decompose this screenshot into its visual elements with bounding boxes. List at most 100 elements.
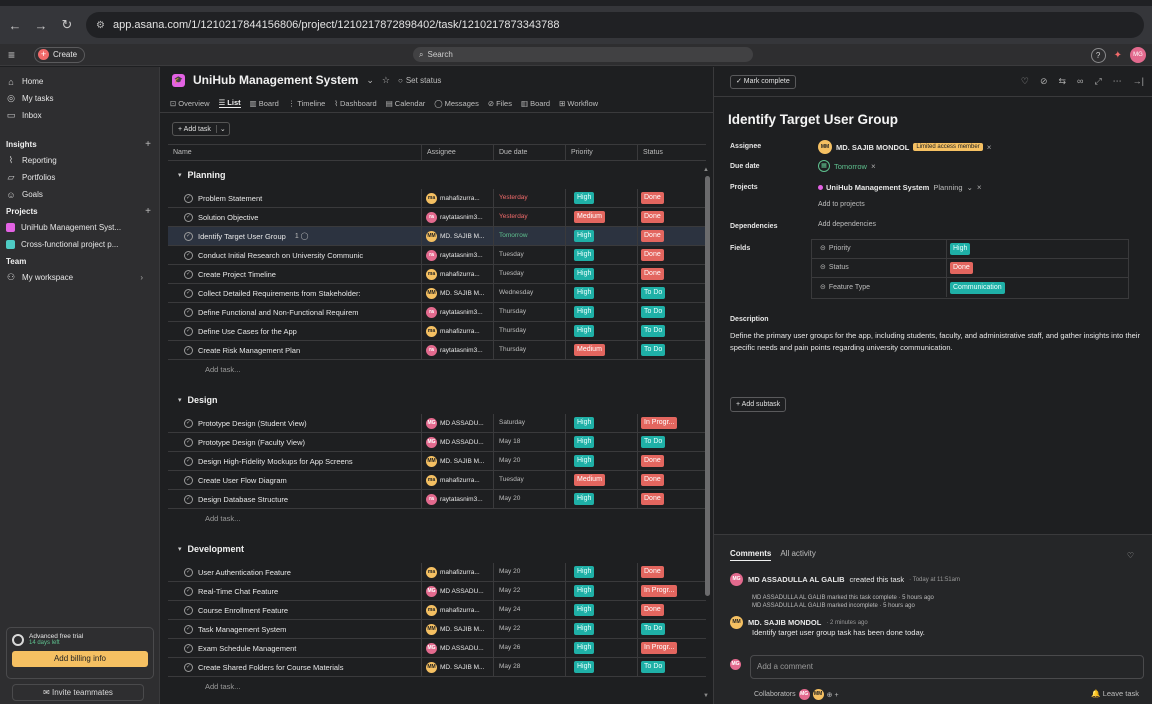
avatar[interactable]: MM xyxy=(812,689,824,700)
help-icon[interactable]: ? xyxy=(1090,47,1106,63)
status-cell[interactable]: To Do xyxy=(638,303,690,321)
table-row[interactable]: ✓ Create Risk Management Plan ra raytatasni… xyxy=(168,341,706,360)
add-subtask-button[interactable]: + Add subtask xyxy=(730,397,787,412)
status-cell[interactable]: In Progr... xyxy=(638,582,690,600)
check-circle-icon[interactable]: ✓ xyxy=(184,494,193,504)
tab-all-activity[interactable]: All activity xyxy=(780,549,816,561)
link-icon[interactable]: ∞ xyxy=(1077,76,1083,87)
table-row[interactable]: ✓ Problem Statement ma mahafizurra... Yester… xyxy=(168,189,706,208)
column-header[interactable]: Assignee xyxy=(422,145,494,160)
add-billing-button[interactable]: Add billing info xyxy=(12,651,148,667)
add-to-projects-link[interactable]: Add to projects xyxy=(818,201,865,208)
tab-overview[interactable]: ⊡ Overview xyxy=(170,98,210,108)
due-date-cell[interactable]: May 26 xyxy=(494,639,566,657)
add-task-button[interactable]: + Add task ⌄ xyxy=(172,122,230,136)
scroll-down-icon[interactable]: ▼ xyxy=(703,693,709,699)
table-row[interactable]: ✓ Collect Detailed Requirements from Stak… xyxy=(168,284,706,303)
project-chip[interactable]: UniHub Management System Planning ⌄ × xyxy=(818,183,982,192)
check-circle-icon[interactable]: ✓ xyxy=(184,193,193,203)
status-cell[interactable]: To Do xyxy=(638,620,690,638)
section-select[interactable]: Planning xyxy=(933,183,962,192)
add-insight-icon[interactable]: + xyxy=(145,139,151,150)
check-circle-icon[interactable]: ✓ xyxy=(184,586,193,596)
status-cell[interactable]: To Do xyxy=(638,658,690,676)
tab-workflow[interactable]: ⊞ Workflow xyxy=(559,98,598,108)
tab-dashboard[interactable]: ⌇ Dashboard xyxy=(334,98,376,108)
due-date-cell[interactable]: May 22 xyxy=(494,620,566,638)
priority-cell[interactable]: High xyxy=(566,303,638,321)
table-row[interactable]: ✓ Exam Schedule Management MG MD ASSADU... M… xyxy=(168,639,706,658)
priority-cell[interactable]: Medium xyxy=(566,208,638,226)
sparkle-icon[interactable]: ✦ xyxy=(1114,50,1122,61)
section-header[interactable]: ▾ Development xyxy=(168,535,706,563)
status-cell[interactable]: Done xyxy=(638,189,690,207)
task-name-cell[interactable]: ✓ Design High-Fidelity Mockups for App Sc… xyxy=(168,452,422,470)
assignee-cell[interactable]: MM MD. SAJIB M... xyxy=(422,620,494,638)
table-row[interactable]: ✓ Define Functional and Non-Functional Re… xyxy=(168,303,706,322)
add-task-row[interactable]: Add task... xyxy=(168,360,706,379)
list-scrollbar[interactable] xyxy=(705,176,710,596)
table-row[interactable]: ✓ Create Project Timeline ma mahafizurra...… xyxy=(168,265,706,284)
task-name-cell[interactable]: ✓ Prototype Design (Student View) xyxy=(168,414,422,432)
check-circle-icon[interactable]: ✓ xyxy=(184,269,193,279)
assignee-cell[interactable]: MG MD ASSADU... xyxy=(422,639,494,657)
task-name-cell[interactable]: ✓ Course Enrollment Feature xyxy=(168,601,422,619)
task-name-cell[interactable]: ✓ Design Database Structure xyxy=(168,490,422,508)
assignee-cell[interactable]: ma mahafizurra... xyxy=(422,563,494,581)
due-date-cell[interactable]: May 20 xyxy=(494,490,566,508)
check-circle-icon[interactable]: ✓ xyxy=(184,418,193,428)
status-cell[interactable]: Done xyxy=(638,601,690,619)
due-date-cell[interactable]: Wednesday xyxy=(494,284,566,302)
check-circle-icon[interactable]: ✓ xyxy=(184,231,193,241)
priority-cell[interactable]: Medium xyxy=(566,471,638,489)
due-date-cell[interactable]: Thursday xyxy=(494,322,566,340)
task-title[interactable]: Identify Target User Group xyxy=(728,112,898,127)
back-icon[interactable]: ← xyxy=(8,18,22,33)
task-name-cell[interactable]: ✓ Real-Time Chat Feature xyxy=(168,582,422,600)
status-cell[interactable]: To Do xyxy=(638,284,690,302)
tab-board[interactable]: ▥ Board xyxy=(250,98,279,108)
due-date-cell[interactable]: Yesterday xyxy=(494,208,566,226)
thumbs-up-icon[interactable]: ♡ xyxy=(1021,76,1029,87)
search-input[interactable]: ⌕ Search xyxy=(413,47,753,62)
priority-cell[interactable]: High xyxy=(566,414,638,432)
due-date-cell[interactable]: May 18 xyxy=(494,433,566,451)
sidebar-item-inbox[interactable]: ▭ Inbox xyxy=(0,107,159,124)
sidebar-item-project-crossfunctional[interactable]: Cross-functional project p... xyxy=(0,236,159,253)
sidebar-item-project-unihub[interactable]: UniHub Management Syst... xyxy=(0,219,159,236)
description-text[interactable]: Define the primary user groups for the a… xyxy=(730,330,1145,354)
column-header[interactable]: Name xyxy=(168,145,422,160)
add-collaborator-icon[interactable]: ⊕ + xyxy=(827,691,839,699)
reload-icon[interactable]: ↻ xyxy=(60,17,74,33)
sidebar-item-home[interactable]: ⌂ Home xyxy=(0,73,159,90)
star-icon[interactable]: ☆ xyxy=(382,75,390,86)
leave-task-button[interactable]: 🔔 Leave task xyxy=(1091,689,1139,698)
table-row[interactable]: ✓ Prototype Design (Student View) MG MD ASS… xyxy=(168,414,706,433)
due-date-cell[interactable]: Tuesday xyxy=(494,265,566,283)
assignee-cell[interactable]: MM MD. SAJIB M... xyxy=(422,658,494,676)
status-cell[interactable]: In Progr... xyxy=(638,639,690,657)
task-name-cell[interactable]: ✓ Prototype Design (Faculty View) xyxy=(168,433,422,451)
table-row[interactable]: ✓ Identify Target User Group 1 ◯ MM MD. SAJI… xyxy=(168,227,706,246)
due-date-cell[interactable]: Tomorrow xyxy=(494,227,566,245)
sidebar-item-my-tasks[interactable]: ◎ My tasks xyxy=(0,90,159,107)
forward-icon[interactable]: → xyxy=(34,18,48,33)
assignee-value[interactable]: MM MD. SAJIB MONDOL Limited access membe… xyxy=(818,140,991,154)
sidebar-item-goals[interactable]: ☺ Goals xyxy=(0,186,159,203)
table-row[interactable]: ✓ Real-Time Chat Feature MG MD ASSADU... May… xyxy=(168,582,706,601)
create-button[interactable]: + Create xyxy=(34,46,86,63)
status-cell[interactable]: Done xyxy=(638,471,690,489)
check-circle-icon[interactable]: ✓ xyxy=(184,643,193,653)
comment-input[interactable]: Add a comment xyxy=(750,655,1144,679)
address-bar[interactable]: ⚙ app.asana.com/1/1210217844156806/proje… xyxy=(86,12,1144,38)
check-circle-icon[interactable]: ✓ xyxy=(184,456,193,466)
chevron-down-icon[interactable]: ▾ xyxy=(178,171,182,179)
feature-type-pill[interactable]: Communication xyxy=(950,281,1005,294)
table-row[interactable]: ✓ Prototype Design (Faculty View) MG MD ASS… xyxy=(168,433,706,452)
check-circle-icon[interactable]: ✓ xyxy=(184,605,193,615)
check-circle-icon[interactable]: ✓ xyxy=(184,212,193,222)
due-date-cell[interactable]: May 20 xyxy=(494,452,566,470)
task-name-cell[interactable]: ✓ Identify Target User Group 1 ◯ xyxy=(168,227,422,245)
priority-cell[interactable]: High xyxy=(566,639,638,657)
status-cell[interactable]: Done xyxy=(638,563,690,581)
